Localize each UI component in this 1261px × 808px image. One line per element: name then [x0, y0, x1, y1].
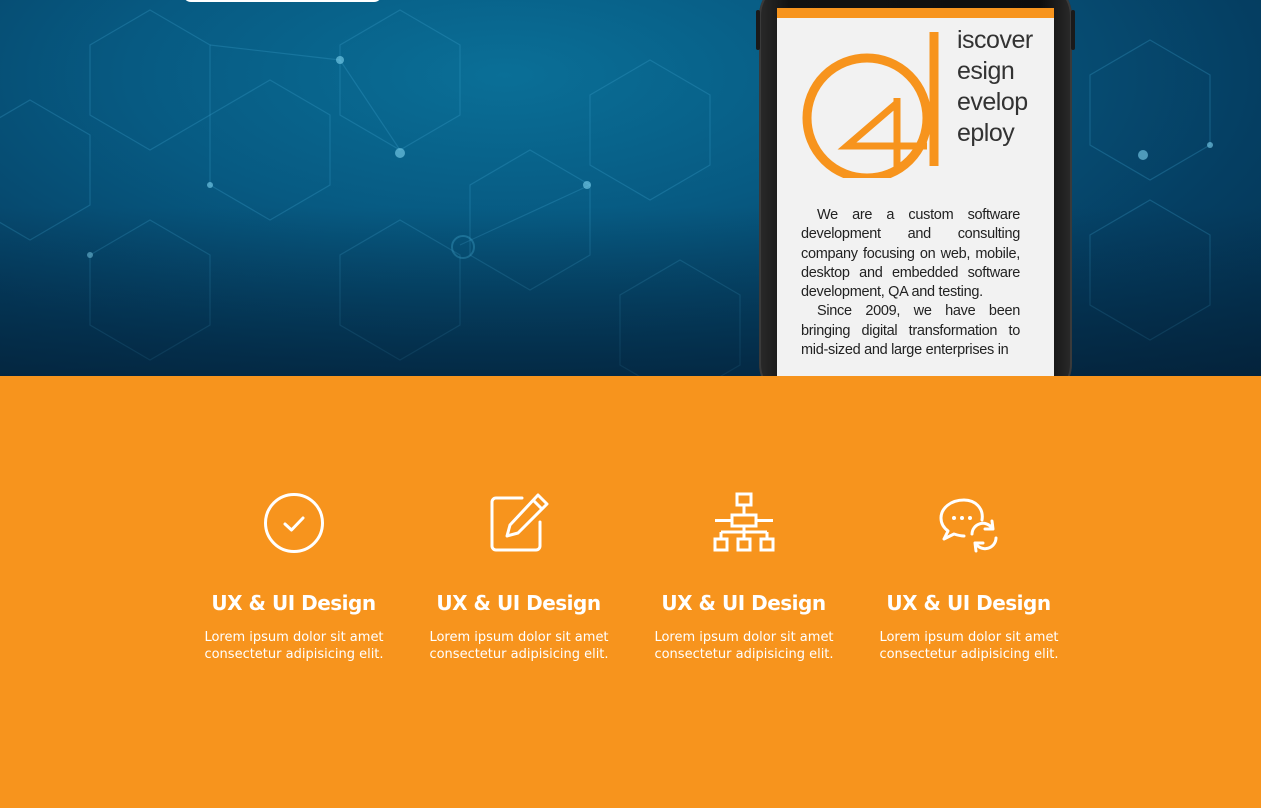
description-paragraph: We are a custom software development and…: [801, 207, 1020, 301]
feature-title: UX & UI Design: [661, 591, 826, 615]
feature-title: UX & UI Design: [886, 591, 1051, 615]
logo-word: evelop: [957, 88, 1028, 116]
company-description: We are a custom software development and…: [801, 206, 1020, 360]
sitemap-icon: [713, 492, 775, 552]
phone-screen: iscover esign evelop eploy We are a cust…: [777, 8, 1054, 376]
features-section: UX & UI Design Lorem ipsum dolor sit ame…: [0, 376, 1261, 808]
phone-side-button: [1071, 10, 1075, 50]
page: iscover esign evelop eploy We are a cust…: [0, 0, 1261, 808]
check-circle-icon: [264, 493, 324, 553]
logo-word: iscover: [957, 26, 1033, 54]
phone-mockup: iscover esign evelop eploy We are a cust…: [756, 0, 1075, 376]
feature-title: UX & UI Design: [211, 591, 376, 615]
feature-description: Lorem ipsum dolor sit amet consectetur a…: [879, 630, 1059, 662]
phone-side-button: [756, 10, 760, 50]
logo-wordmark: iscover esign evelop eploy: [957, 25, 1033, 149]
logo-word: eploy: [957, 119, 1015, 147]
feature-description: Lorem ipsum dolor sit amet consectetur a…: [429, 630, 609, 662]
screen-top-bar: [777, 8, 1054, 18]
description-paragraph: Since 2009, we have been bringing digita…: [801, 303, 1020, 359]
hero-cta-button[interactable]: [183, 0, 382, 2]
feature-title: UX & UI Design: [436, 591, 601, 615]
feature-description: Lorem ipsum dolor sit amet consectetur a…: [654, 630, 834, 662]
logo-word: esign: [957, 57, 1015, 85]
hero-banner: iscover esign evelop eploy We are a cust…: [0, 0, 1261, 376]
feature-description: Lorem ipsum dolor sit amet consectetur a…: [204, 630, 384, 662]
chat-refresh-icon: [939, 498, 998, 553]
d4-logo-mark: [802, 32, 939, 178]
edit-icon: [490, 493, 549, 552]
